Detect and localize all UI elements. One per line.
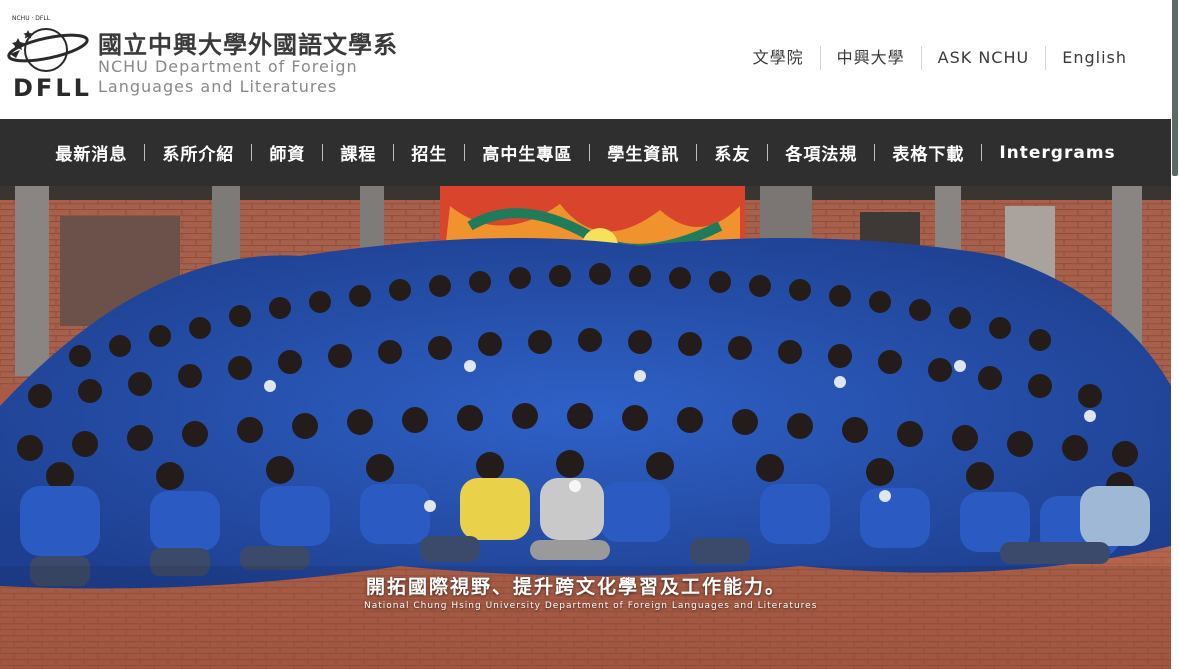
hero-caption: 開拓國際視野、提升跨文化學習及工作能力。	[366, 576, 787, 598]
department-title-zh[interactable]: 國立中興大學外國語文學系	[98, 25, 398, 60]
link-english[interactable]: English	[1045, 46, 1143, 70]
nav-alumni[interactable]: 系友	[697, 140, 767, 165]
link-college-of-liberal-arts[interactable]: 文學院	[737, 46, 820, 70]
nav-faculty[interactable]: 師資	[252, 140, 322, 165]
nav-forms[interactable]: 表格下載	[875, 140, 981, 165]
top-links: 文學院 中興大學 ASK NCHU English	[737, 46, 1143, 70]
link-nchu[interactable]: 中興大學	[819, 46, 921, 70]
link-ask-nchu[interactable]: ASK NCHU	[920, 46, 1046, 70]
department-title-en-line2: Languages and Literatures	[98, 77, 338, 96]
main-nav: 最新消息 系所介紹 師資 課程 招生 高中生專區 學生資訊 系友 各項法規 表格…	[0, 119, 1171, 186]
hero-banner[interactable]: 開拓國際視野、提升跨文化學習及工作能力。 National Chung Hsin…	[0, 186, 1171, 669]
nav-about[interactable]: 系所介紹	[145, 140, 251, 165]
hero-subcaption: National Chung Hsing University Departme…	[364, 601, 818, 611]
nav-courses[interactable]: 課程	[323, 140, 393, 165]
nav-intergrams[interactable]: Intergrams	[982, 143, 1132, 163]
nav-high-school[interactable]: 高中生專區	[465, 140, 589, 165]
logo-ring-text: NCHU · DFLL	[12, 15, 51, 22]
site-header: NCHU · DFLL DFLL 國立中興大學外國語文學系 NCHU Depar…	[0, 0, 1171, 119]
scrollbar-thumb[interactable]	[1172, 0, 1178, 176]
nav-news[interactable]: 最新消息	[38, 140, 144, 165]
department-title-en-line1: NCHU Department of Foreign	[98, 57, 358, 76]
logo-wordmark: DFLL	[13, 74, 92, 102]
nav-admissions[interactable]: 招生	[394, 140, 464, 165]
department-logo[interactable]: NCHU · DFLL DFLL	[6, 8, 92, 106]
nav-regulations[interactable]: 各項法規	[768, 140, 874, 165]
scrollbar[interactable]	[1171, 0, 1179, 669]
nav-student-info[interactable]: 學生資訊	[590, 140, 696, 165]
